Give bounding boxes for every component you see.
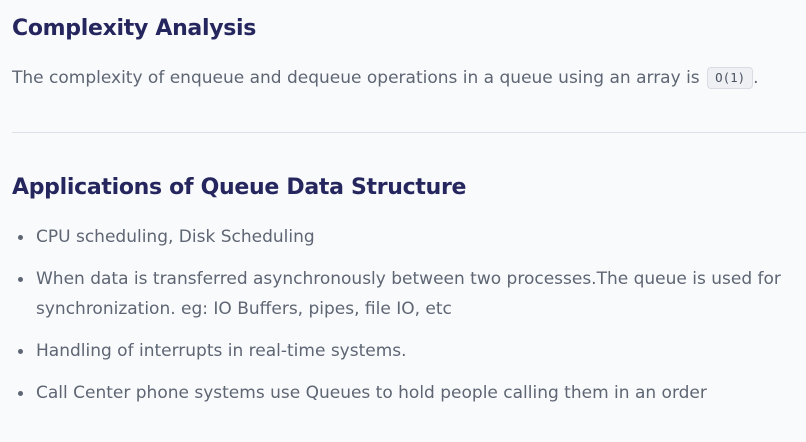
list-item: CPU scheduling, Disk Scheduling: [12, 222, 792, 252]
article-content: Complexity Analysis The complexity of en…: [0, 0, 806, 442]
complexity-paragraph: The complexity of enqueue and dequeue op…: [12, 66, 759, 90]
bullet-icon: [18, 391, 23, 396]
list-item-text: CPU scheduling, Disk Scheduling: [36, 227, 315, 247]
bullet-icon: [18, 235, 23, 240]
list-item-text: Handling of interrupts in real-time syst…: [36, 341, 407, 361]
list-item: Call Center phone systems use Queues to …: [12, 378, 792, 408]
applications-list: CPU scheduling, Disk Scheduling When dat…: [12, 222, 792, 420]
section-divider: [12, 132, 806, 133]
complexity-text: The complexity of enqueue and dequeue op…: [12, 68, 700, 88]
complexity-period: .: [753, 68, 759, 88]
list-item: When data is transferred asynchronously …: [12, 264, 792, 324]
bullet-icon: [18, 349, 23, 354]
list-item: Handling of interrupts in real-time syst…: [12, 336, 792, 366]
list-item-text: When data is transferred asynchronously …: [36, 269, 781, 319]
complexity-code: O(1): [707, 67, 754, 89]
bullet-icon: [18, 277, 23, 282]
complexity-heading: Complexity Analysis: [12, 16, 257, 41]
applications-heading: Applications of Queue Data Structure: [12, 175, 467, 200]
list-item-text: Call Center phone systems use Queues to …: [36, 383, 707, 403]
